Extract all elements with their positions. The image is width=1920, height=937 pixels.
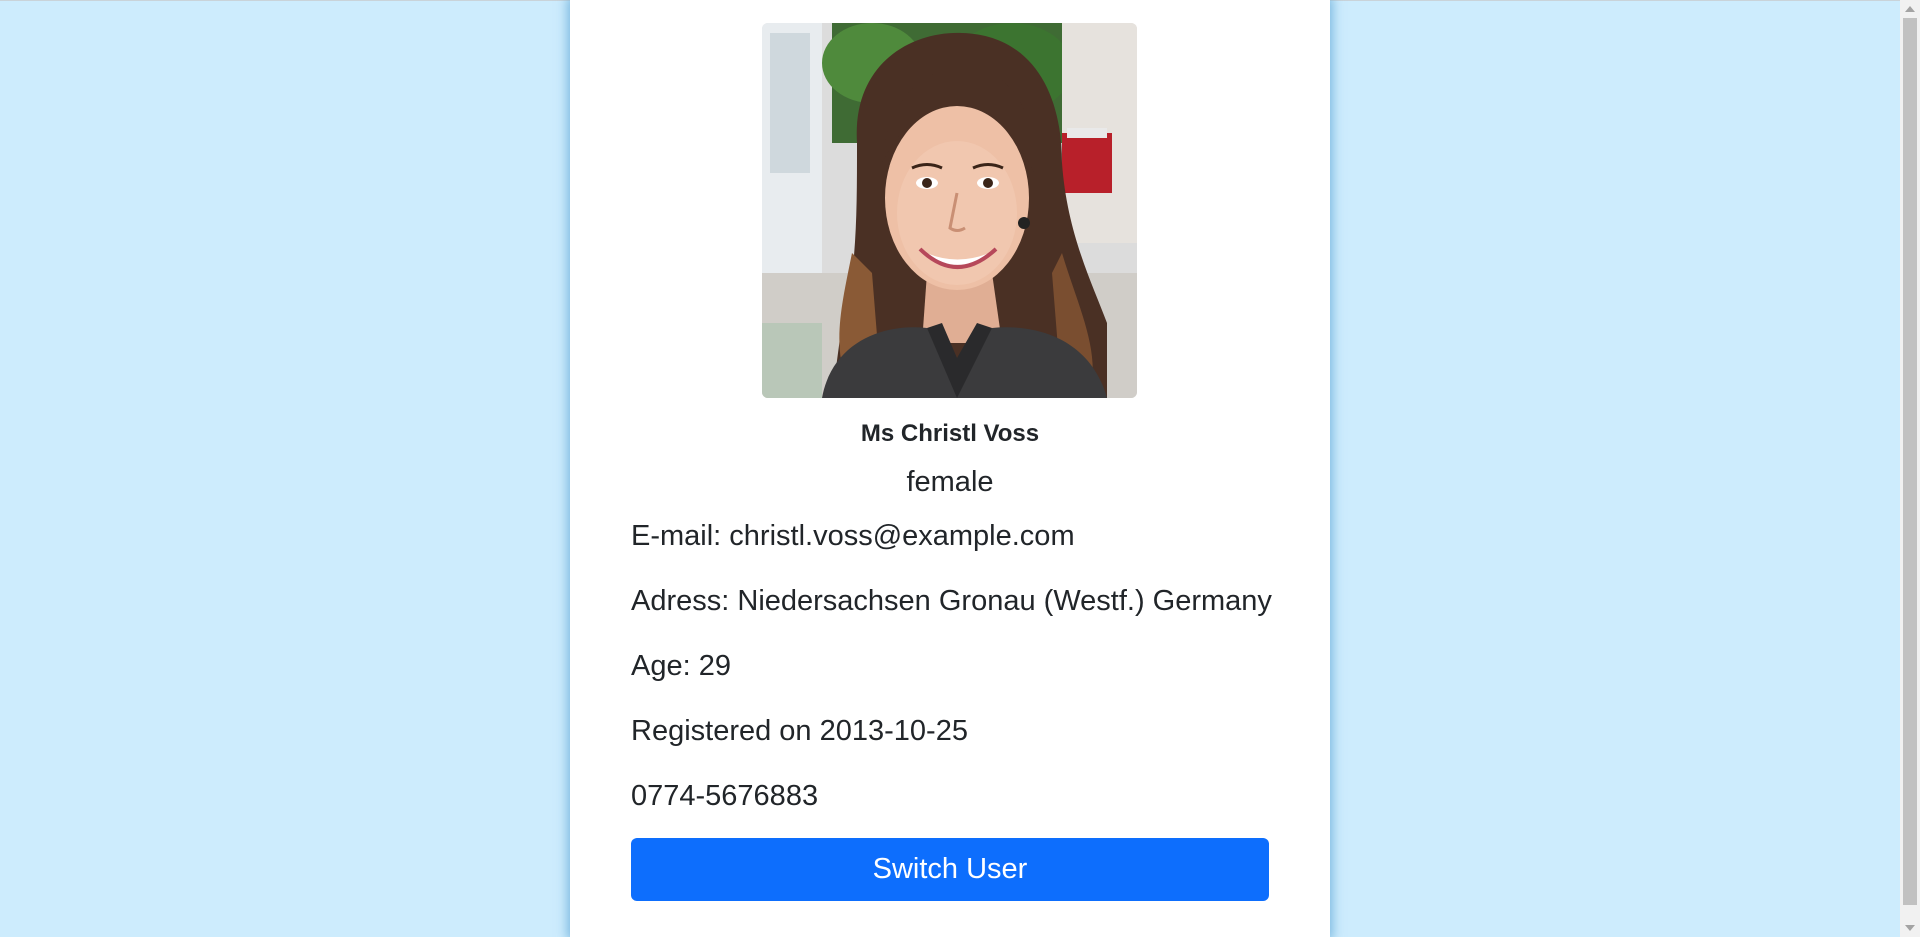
scroll-down-arrow-icon[interactable] xyxy=(1905,925,1915,931)
user-email: E-mail: christl.voss@example.com xyxy=(631,520,1075,552)
user-address: Adress: Niedersachsen Gronau (Westf.) Ge… xyxy=(631,585,1272,617)
user-avatar-photo xyxy=(762,23,1137,398)
user-name: Ms Christl Voss xyxy=(860,420,1040,447)
vertical-scrollbar[interactable] xyxy=(1900,0,1920,937)
page: Ms Christl Voss female E-mail: christl.v… xyxy=(0,0,1920,937)
switch-user-button[interactable]: Switch User xyxy=(631,838,1269,901)
user-age: Age: 29 xyxy=(631,650,731,682)
user-gender: female xyxy=(906,466,994,498)
user-phone: 0774-5676883 xyxy=(631,780,819,812)
user-registered-date: Registered on 2013-10-25 xyxy=(631,715,968,747)
user-card: Ms Christl Voss female E-mail: christl.v… xyxy=(570,0,1330,937)
scroll-thumb[interactable] xyxy=(1903,18,1917,905)
scroll-up-arrow-icon[interactable] xyxy=(1905,6,1915,12)
